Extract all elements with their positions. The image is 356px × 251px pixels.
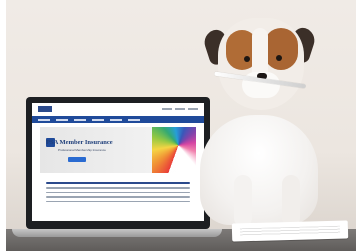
body-line (46, 196, 190, 198)
notebook (231, 220, 349, 242)
website-nav-item (110, 118, 122, 121)
website-top-links (162, 108, 198, 110)
body-line (46, 191, 190, 194)
body-line (46, 182, 190, 184)
website-nav-item (92, 118, 104, 121)
laptop-display: PSA Member Insurance Professional Member… (32, 103, 204, 221)
notebook-lines (239, 225, 341, 237)
website-header (32, 103, 204, 115)
website-logo (38, 106, 52, 112)
hero-subtitle: Professional Membership Insurance (58, 148, 106, 152)
dog-body (200, 115, 318, 225)
dog-eye-left (244, 56, 250, 62)
laptop-screen: PSA Member Insurance Professional Member… (26, 97, 210, 229)
website-nav-item (38, 118, 50, 121)
website-nav-item (56, 118, 68, 121)
body-line (46, 200, 190, 203)
hero-title: PSA Member Insurance (46, 139, 113, 146)
website-nav-item (128, 118, 140, 121)
dog-leg-left (234, 175, 252, 227)
dog-face-patch-right (264, 28, 298, 70)
hero-cta-button (68, 157, 86, 162)
website-body-text (46, 179, 190, 221)
dog-leg-right (282, 175, 300, 227)
website-hero: PSA Member Insurance Professional Member… (40, 127, 196, 173)
website-top-link (188, 108, 198, 110)
website-nav-item (74, 118, 86, 121)
photo: PSA Member Insurance Professional Member… (0, 0, 356, 251)
website-top-link (162, 108, 172, 110)
dog-eye-right (276, 55, 282, 61)
body-line (46, 187, 190, 189)
website-navbar (32, 116, 204, 123)
laptop-base (12, 229, 222, 237)
color-fan-icon (152, 127, 196, 173)
website-top-link (175, 108, 185, 110)
